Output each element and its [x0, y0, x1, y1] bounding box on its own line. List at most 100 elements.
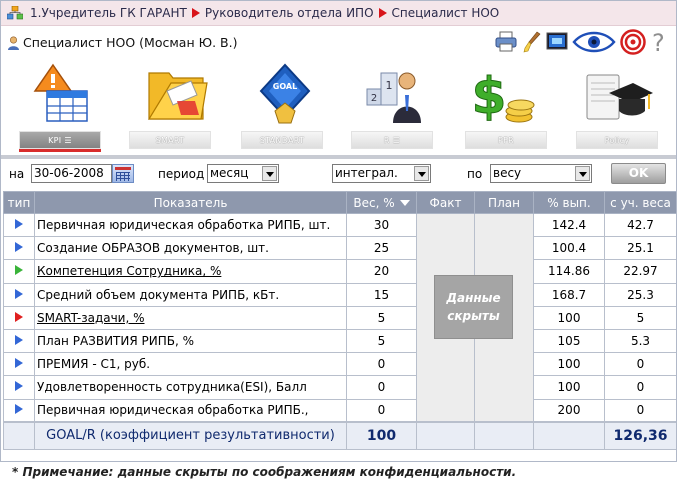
footnote: * Примечание: данные скрыты по соображен… — [12, 465, 517, 479]
row-type-icon[interactable] — [3, 282, 35, 307]
row-type-icon[interactable] — [3, 259, 35, 284]
column-header[interactable]: % вып. — [533, 191, 605, 214]
tab-r[interactable]: R ☰ — [351, 131, 433, 149]
filter-bar: на 30-06-2008 период месяц интеграл. по … — [1, 159, 676, 189]
org-chart-icon — [7, 6, 23, 20]
chevron-down-icon — [414, 166, 429, 181]
indicator-name[interactable]: SMART-задачи, % — [34, 305, 347, 330]
total-label: GOAL/R (коэффициент результативности) — [34, 421, 347, 450]
row-type-icon[interactable] — [3, 398, 35, 423]
table-row[interactable]: Первичная юридическая обработка РИПБ., 0 2… — [3, 398, 676, 423]
goal-badge-icon[interactable]: GOAL — [245, 61, 325, 127]
weight-cell: 20 — [346, 259, 417, 284]
breadcrumb-item[interactable]: Руководитель отдела ИПО — [205, 6, 374, 20]
help-icon[interactable]: ? — [650, 29, 668, 55]
column-header[interactable]: Показатель — [34, 191, 347, 214]
table-row[interactable]: План РАЗВИТИЯ РИПБ, % 5 105 5.3 — [3, 328, 676, 354]
tab-smart[interactable]: SMART — [129, 131, 211, 149]
column-header[interactable]: План — [474, 191, 534, 214]
indicator-name[interactable]: Компетенция Сотрудника, % — [34, 259, 347, 284]
breadcrumb: 1.Учредитель ГК ГАРАНТ Руководитель отде… — [1, 1, 676, 26]
play-arrow-icon — [15, 288, 23, 299]
indicator-name: План РАЗВИТИЯ РИПБ, % — [34, 328, 347, 354]
svg-text:1: 1 — [386, 79, 393, 92]
indicator-name: Первичная юридическая обработка РИПБ, шт… — [34, 212, 347, 238]
play-arrow-icon — [15, 335, 23, 346]
dollar-coins-icon[interactable]: $ — [463, 61, 543, 127]
column-header-sorted[interactable]: Вес, % — [346, 191, 417, 214]
menu-lines-icon: ☰ — [392, 136, 401, 145]
row-type-icon[interactable] — [3, 352, 35, 377]
indicator-name: Удовлетворенность сотрудника(ESI), Балл — [34, 375, 347, 400]
percent-cell: 100.4 — [533, 236, 605, 261]
tab-kpi[interactable]: KPI ☰ — [19, 131, 101, 149]
row-type-icon[interactable] — [3, 212, 35, 238]
breadcrumb-arrow-icon — [191, 8, 200, 18]
table-row[interactable]: Создание ОБРАЗОВ документов, шт. 25 100.4 2… — [3, 236, 676, 261]
folder-icon[interactable] — [137, 61, 217, 127]
period-select[interactable]: месяц — [207, 164, 279, 183]
weighted-cell: 0 — [604, 352, 676, 377]
tab-standart[interactable]: STANDART — [241, 131, 323, 149]
table-row[interactable]: SMART-задачи, % 5 100 5 — [3, 305, 676, 330]
eye-icon[interactable] — [572, 30, 616, 54]
user-bar: Специалист НОО (Мосман Ю. В.) ? — [1, 26, 676, 59]
svg-text:$: $ — [472, 67, 507, 125]
row-type-icon[interactable] — [3, 375, 35, 400]
kpi-table: тип Показатель Вес, % Факт План % вып. с… — [3, 191, 676, 450]
weighted-cell: 25.3 — [604, 282, 676, 307]
module-bar: GOAL 2 1 $ KPI ☰ SMART STANDART R ☰ PFR … — [1, 59, 676, 159]
svg-text:2: 2 — [371, 93, 377, 104]
weighted-cell: 5.3 — [604, 328, 676, 354]
column-header[interactable]: с уч. веса — [604, 191, 676, 214]
row-type-icon[interactable] — [3, 305, 35, 330]
weighted-cell: 0 — [604, 398, 676, 423]
sort-by-label: по — [467, 167, 483, 181]
monitor-icon[interactable] — [546, 31, 568, 53]
column-header[interactable]: тип — [3, 191, 35, 214]
breadcrumb-item[interactable]: 1.Учредитель ГК ГАРАНТ — [30, 6, 187, 20]
column-header[interactable]: Факт — [416, 191, 475, 214]
period-label: период — [158, 167, 205, 181]
play-arrow-icon — [15, 242, 23, 253]
weighted-cell: 22.97 — [604, 259, 676, 284]
sort-by-select[interactable]: весу — [490, 164, 592, 183]
play-arrow-icon — [15, 404, 23, 415]
active-tab-indicator — [19, 149, 101, 152]
graduation-book-icon[interactable] — [575, 61, 655, 127]
ok-button[interactable]: OK — [611, 163, 666, 184]
weight-cell: 0 — [346, 375, 417, 400]
calendar-icon[interactable] — [112, 164, 134, 183]
weighted-cell: 0 — [604, 375, 676, 400]
tab-policy[interactable]: Policy — [576, 131, 658, 149]
table-row[interactable]: Первичная юридическая обработка РИПБ, шт… — [3, 212, 676, 423]
row-type-icon[interactable] — [3, 236, 35, 261]
play-arrow-icon — [15, 219, 23, 230]
hidden-data-overlay: Данные скрыты — [434, 275, 513, 339]
target-icon[interactable] — [620, 29, 646, 55]
weighted-cell: 5 — [604, 305, 676, 330]
table-row[interactable]: ПРЕМИЯ - С1, руб. 0 100 0 — [3, 352, 676, 377]
weighted-cell: 25.1 — [604, 236, 676, 261]
user-icon — [8, 35, 19, 50]
date-input[interactable]: 30-06-2008 — [31, 164, 112, 183]
row-type-icon[interactable] — [3, 328, 35, 354]
table-row[interactable]: Удовлетворенность сотрудника(ESI), Балл 0… — [3, 375, 676, 400]
percent-cell: 100 — [533, 305, 605, 330]
table-row[interactable]: Средний объем документа РИПБ, кБт. 15 168.… — [3, 282, 676, 307]
toolbar: ? — [494, 29, 668, 55]
mode-select[interactable]: интеграл. — [332, 164, 431, 183]
percent-cell: 200 — [533, 398, 605, 423]
breadcrumb-item[interactable]: Специалист НОО — [392, 6, 500, 20]
percent-cell: 100 — [533, 375, 605, 400]
chevron-down-icon — [262, 166, 277, 181]
percent-cell: 114.86 — [533, 259, 605, 284]
indicator-name: Первичная юридическая обработка РИПБ., — [34, 398, 347, 423]
printer-icon[interactable] — [494, 31, 518, 53]
kpi-table-icon[interactable] — [23, 61, 103, 127]
tab-pfr[interactable]: PFR — [465, 131, 547, 149]
ranking-person-icon[interactable]: 2 1 — [353, 61, 433, 127]
table-row[interactable]: Компетенция Сотрудника, % 20 114.86 22.97 — [3, 259, 676, 284]
weight-cell: 0 — [346, 398, 417, 423]
brush-icon[interactable] — [522, 31, 542, 53]
